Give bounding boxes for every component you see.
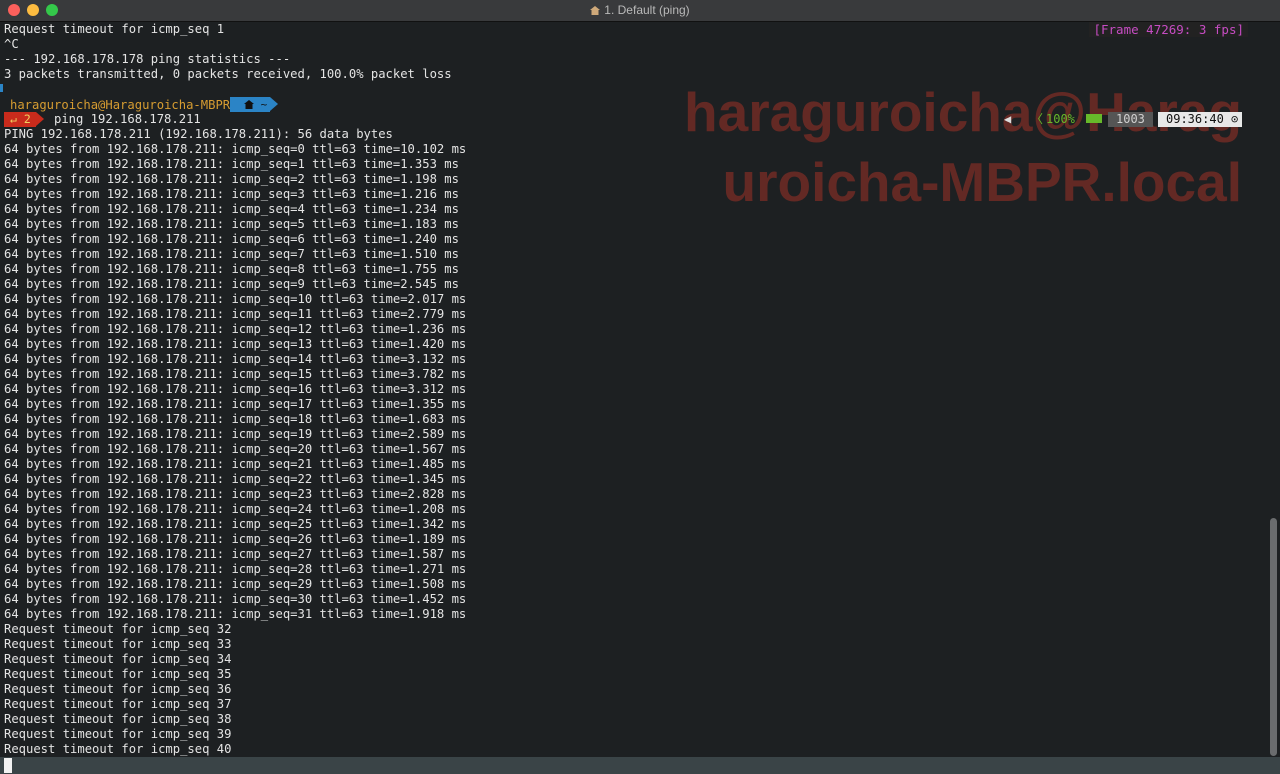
output-line: Request timeout for icmp_seq 35 [4, 667, 232, 681]
prompt-status-arrow [36, 112, 44, 126]
exit-code: 2 [23, 112, 31, 126]
arrow-left-icon: ◀ [1004, 112, 1012, 126]
output-line: Request timeout for icmp_seq 38 [4, 712, 232, 726]
output-line: 64 bytes from 192.168.178.211: icmp_seq=… [4, 187, 459, 201]
pre-line-0: Request timeout for icmp_seq 1 [4, 22, 225, 36]
output-line: 64 bytes from 192.168.178.211: icmp_seq=… [4, 382, 467, 396]
output-line: 64 bytes from 192.168.178.211: icmp_seq=… [4, 262, 459, 276]
output-line: 64 bytes from 192.168.178.211: icmp_seq=… [4, 292, 467, 306]
output-line: 64 bytes from 192.168.178.211: icmp_seq=… [4, 532, 467, 546]
house-icon [244, 100, 254, 109]
output-line: 64 bytes from 192.168.178.211: icmp_seq=… [4, 202, 459, 216]
output-line: 64 bytes from 192.168.178.211: icmp_seq=… [4, 412, 467, 426]
prompt-user-host: haraguroicha@Haraguroicha-MBPR [10, 98, 231, 112]
output-line: 64 bytes from 192.168.178.211: icmp_seq=… [4, 322, 467, 336]
battery-icon [1086, 112, 1102, 127]
return-symbol: ↵ [10, 112, 17, 126]
output-line: 64 bytes from 192.168.178.211: icmp_seq=… [4, 337, 467, 351]
output-line: PING 192.168.178.211 (192.168.178.211): … [4, 127, 393, 141]
prompt-status-segment: ↵ 2 [4, 112, 36, 127]
output-line: 64 bytes from 192.168.178.211: icmp_seq=… [4, 427, 467, 441]
text-cursor [4, 758, 12, 773]
output-line: 64 bytes from 192.168.178.211: icmp_seq=… [4, 157, 459, 171]
output-line: 64 bytes from 192.168.178.211: icmp_seq=… [4, 502, 467, 516]
output-line: 64 bytes from 192.168.178.211: icmp_seq=… [4, 172, 459, 186]
scrollbar-thumb[interactable] [1270, 518, 1277, 756]
output-line: Request timeout for icmp_seq 33 [4, 637, 232, 651]
output-line: 64 bytes from 192.168.178.211: icmp_seq=… [4, 577, 467, 591]
prompt-marker [0, 84, 3, 92]
hostname-watermark: haraguroicha@Harag uroicha-MBPR.local [684, 77, 1242, 217]
prompt-dir: ~ [260, 98, 268, 111]
output-line: Request timeout for icmp_seq 37 [4, 697, 232, 711]
window-title-wrap: 1. Default (ping) [0, 3, 1280, 17]
output-line: 64 bytes from 192.168.178.211: icmp_seq=… [4, 517, 467, 531]
output-line: 64 bytes from 192.168.178.211: icmp_seq=… [4, 277, 459, 291]
window-title: 1. Default (ping) [604, 3, 690, 17]
output-line: 64 bytes from 192.168.178.211: icmp_seq=… [4, 307, 467, 321]
output-line: Request timeout for icmp_seq 32 [4, 622, 232, 636]
output-line: 64 bytes from 192.168.178.211: icmp_seq=… [4, 592, 467, 606]
output-line: 64 bytes from 192.168.178.211: icmp_seq=… [4, 607, 467, 621]
frame-counter: [Frame 47269: 3 fps] [1089, 22, 1248, 37]
battery-percent: 100% [1046, 112, 1075, 126]
output-line: Request timeout for icmp_seq 40 [4, 742, 232, 756]
output-line: 64 bytes from 192.168.178.211: icmp_seq=… [4, 547, 467, 561]
command-text: ping 192.168.178.211 [54, 112, 201, 126]
output-line: 64 bytes from 192.168.178.211: icmp_seq=… [4, 232, 459, 246]
output-line: Request timeout for icmp_seq 34 [4, 652, 232, 666]
load-indicator: 1003 [1108, 112, 1153, 127]
output-line: Request timeout for icmp_seq 36 [4, 682, 232, 696]
output-line: 64 bytes from 192.168.178.211: icmp_seq=… [4, 367, 467, 381]
output-line: 64 bytes from 192.168.178.211: icmp_seq=… [4, 397, 467, 411]
clock-time: 09:36:40 ⊙ [1158, 112, 1243, 127]
window-titlebar: 1. Default (ping) [0, 0, 1280, 22]
right-prompt: ◀ 〈 100% 1003 09:36:40 ⊙ [998, 112, 1248, 127]
output-line: 64 bytes from 192.168.178.211: icmp_seq=… [4, 247, 459, 261]
output-line: 64 bytes from 192.168.178.211: icmp_seq=… [4, 142, 467, 156]
output-line: 64 bytes from 192.168.178.211: icmp_seq=… [4, 457, 467, 471]
output-line: Request timeout for icmp_seq 39 [4, 727, 232, 741]
prompt-dir-arrow [270, 97, 278, 111]
clock-icon: ⊙ [1231, 112, 1239, 126]
output-line: 64 bytes from 192.168.178.211: icmp_seq=… [4, 217, 459, 231]
output-line: 64 bytes from 192.168.178.211: icmp_seq=… [4, 352, 467, 366]
time-text: 09:36:40 [1166, 112, 1224, 126]
pre-line-1: ^C [4, 37, 19, 51]
house-icon [590, 6, 601, 15]
input-line-bar[interactable] [0, 757, 1280, 774]
output-line: 64 bytes from 192.168.178.211: icmp_seq=… [4, 442, 467, 456]
output-line: 64 bytes from 192.168.178.211: icmp_seq=… [4, 562, 467, 576]
watermark-line-2: uroicha-MBPR.local [722, 151, 1242, 213]
pre-line-2: --- 192.168.178.178 ping statistics --- [4, 52, 291, 66]
output-line: 64 bytes from 192.168.178.211: icmp_seq=… [4, 487, 467, 501]
terminal-pane[interactable]: Request timeout for icmp_seq 1 ^C --- 19… [0, 22, 1268, 756]
output-line: 64 bytes from 192.168.178.211: icmp_seq=… [4, 472, 467, 486]
pre-line-3: 3 packets transmitted, 0 packets receive… [4, 67, 452, 81]
chevron-left-icon: 〈 [1031, 112, 1044, 126]
prompt-dir-segment: ~ [230, 97, 270, 112]
